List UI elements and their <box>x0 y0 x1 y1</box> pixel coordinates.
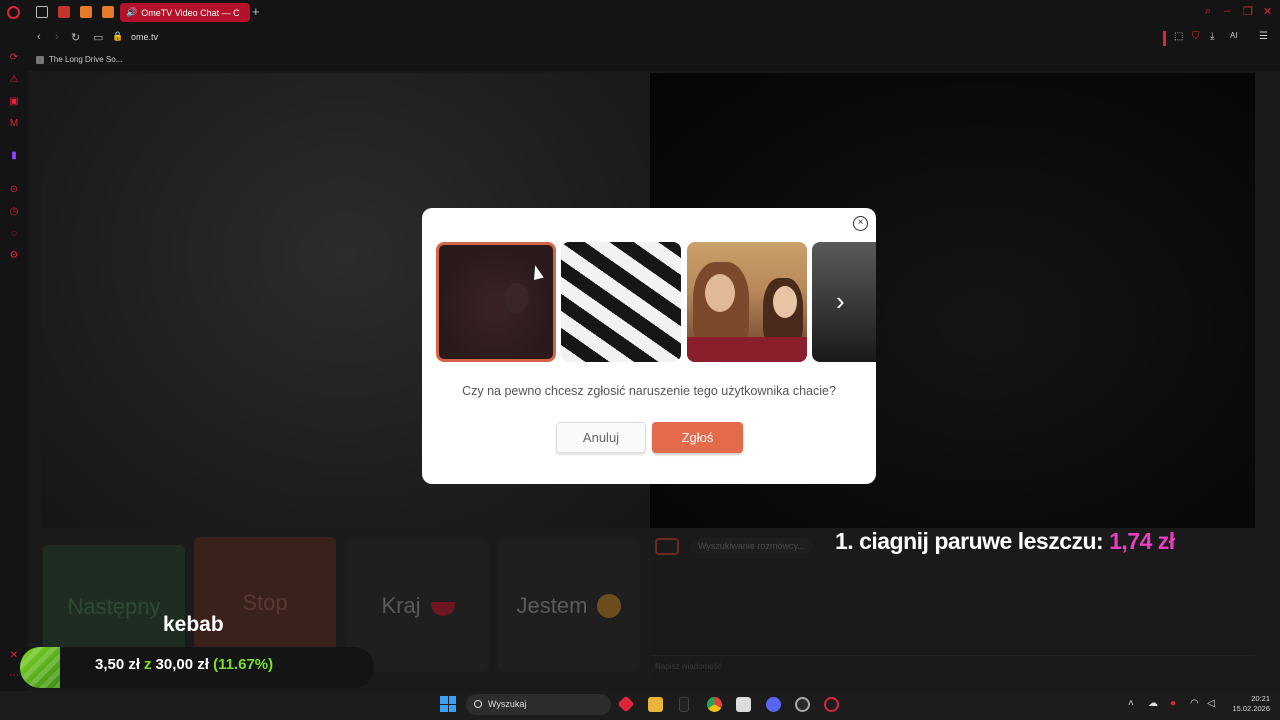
gender-button[interactable]: Jestem <box>498 540 640 672</box>
close-icon[interactable]: × <box>853 216 868 231</box>
gender-label: Jestem <box>516 593 588 618</box>
new-tab-button[interactable]: + <box>252 4 260 19</box>
sidebar <box>0 51 28 691</box>
goal-percent: (11.67%) <box>213 656 274 673</box>
onedrive-icon[interactable]: ☁ <box>1148 698 1158 709</box>
tab-favicon-icon[interactable] <box>80 6 92 18</box>
address-bar <box>0 25 1280 51</box>
close-window-icon[interactable]: ✕ <box>1263 5 1272 18</box>
windows-start-icon[interactable] <box>440 696 456 712</box>
workspace-icon[interactable] <box>36 6 48 18</box>
menu-icon[interactable]: ☰ <box>1259 31 1268 42</box>
bookmark-favicon-icon <box>36 55 44 64</box>
chatgpt-icon[interactable] <box>795 697 810 712</box>
chat-icon[interactable]: ◌ <box>8 228 20 240</box>
restore-icon[interactable]: ❐ <box>1243 5 1253 18</box>
search-tabs-icon[interactable]: ⌕ <box>1205 5 1211 18</box>
wifi-icon[interactable]: ◠ <box>1190 698 1199 709</box>
ometv-logo-icon <box>655 538 679 555</box>
stop-label: Stop <box>242 590 288 615</box>
speaker-icon: 🔊 <box>126 7 138 17</box>
recording-indicator <box>1163 31 1166 46</box>
chat-input[interactable]: Napisz wiadomość <box>655 662 722 671</box>
snapshot-thumbnail[interactable] <box>687 242 807 362</box>
download-icon[interactable]: ⤓ <box>1210 31 1214 42</box>
flag-icon <box>430 602 455 616</box>
scrollbar[interactable] <box>1255 73 1280 691</box>
file-explorer-icon[interactable] <box>648 697 663 712</box>
minimize-icon[interactable]: – <box>1224 5 1230 17</box>
goal-current: 3,50 zł <box>95 656 141 673</box>
tab-favicon-icon[interactable] <box>102 6 114 18</box>
donation-ticker: 1. ciagnij paruwe leszczu: 1,74 zł <box>835 528 1175 555</box>
taskbar <box>0 691 1280 720</box>
back-icon[interactable]: ‹ <box>37 31 41 43</box>
country-label: Kraj <box>381 593 421 618</box>
cancel-button[interactable]: Anuluj <box>556 422 646 453</box>
twitch-icon[interactable]: ▮ <box>8 150 20 162</box>
phone-link-icon[interactable] <box>679 697 689 712</box>
reload-icon[interactable]: ↻ <box>71 31 80 44</box>
history-icon[interactable]: ◷ <box>8 206 20 218</box>
next-label: Następny <box>67 594 161 619</box>
settings-icon[interactable]: ⚙ <box>8 250 20 262</box>
ticker-amount: 1,74 zł <box>1109 528 1175 554</box>
forward-icon[interactable]: › <box>55 31 59 43</box>
aria-icon[interactable]: ⟳ <box>8 52 20 64</box>
store-icon[interactable] <box>736 697 751 712</box>
vpn-icon[interactable]: ⛉ <box>1192 31 1200 42</box>
lock-icon: 🔒 <box>112 31 124 41</box>
snapshot-thumbnail[interactable] <box>561 242 681 362</box>
microphone-icon[interactable]: ● <box>1170 698 1176 709</box>
chat-divider <box>650 655 1255 656</box>
discord-icon[interactable] <box>766 697 781 712</box>
bookmark-item[interactable]: The Long Drive So... <box>36 55 122 64</box>
url-text[interactable]: ome.tv <box>131 32 158 42</box>
goal-title: kebab <box>163 613 224 636</box>
goal-separator: z <box>144 656 152 673</box>
tab-title: OmeTV Video Chat — C <box>141 7 240 18</box>
tray-chevron-icon[interactable]: ˄ <box>1128 698 1134 709</box>
tab-favicon-icon[interactable] <box>58 6 70 18</box>
gmail-icon[interactable]: M <box>8 118 20 130</box>
clock[interactable]: 20:21 15.02.2026 <box>1228 694 1270 714</box>
more-icon[interactable]: ⋯ <box>8 670 20 682</box>
report-button[interactable]: Zgłoś <box>652 422 743 453</box>
ai-button[interactable]: AI <box>1230 31 1238 40</box>
chrome-icon[interactable] <box>707 697 722 712</box>
goal-progress-text: 3,50 zł z 30,00 zł (11.67%) <box>95 656 273 673</box>
snapshot-thumbnail-selected[interactable] <box>436 242 556 362</box>
camera-icon[interactable]: ▭ <box>93 31 103 44</box>
snapshot-icon[interactable]: ⬚ <box>1174 31 1183 42</box>
opera-gx-icon[interactable] <box>824 697 839 712</box>
chevron-right-icon[interactable]: › <box>836 288 845 314</box>
search-placeholder: Wyszukaj <box>488 699 527 709</box>
crypto-wallet-icon[interactable]: ⚠ <box>8 74 20 86</box>
taskbar-search[interactable]: Wyszukaj <box>466 694 611 715</box>
extension-icon[interactable]: ✕ <box>8 650 20 662</box>
report-question: Czy na pewno chcesz zgłosić naruszenie t… <box>462 384 836 398</box>
boy-emoji-icon <box>597 594 622 618</box>
clock-time: 20:21 <box>1251 694 1270 703</box>
chat-status: Wyszukiwanie rozmówcy... <box>690 538 813 554</box>
opera-logo-icon[interactable] <box>7 6 20 19</box>
messenger-icon[interactable]: ▣ <box>8 96 20 108</box>
volume-icon[interactable]: ◁ <box>1207 698 1215 709</box>
player-icon[interactable]: ⊙ <box>8 184 20 196</box>
search-icon <box>474 700 482 708</box>
clock-date: 15.02.2026 <box>1232 704 1270 713</box>
bookmark-label: The Long Drive So... <box>49 55 123 64</box>
goal-progress-fill <box>20 647 60 688</box>
goal-target: 30,00 zł <box>155 656 209 673</box>
bookmarks-bar <box>0 51 1280 71</box>
tab-ometv[interactable]: 🔊 OmeTV Video Chat — C <box>120 3 250 22</box>
ticker-label: 1. ciagnij paruwe leszczu: <box>835 528 1104 554</box>
